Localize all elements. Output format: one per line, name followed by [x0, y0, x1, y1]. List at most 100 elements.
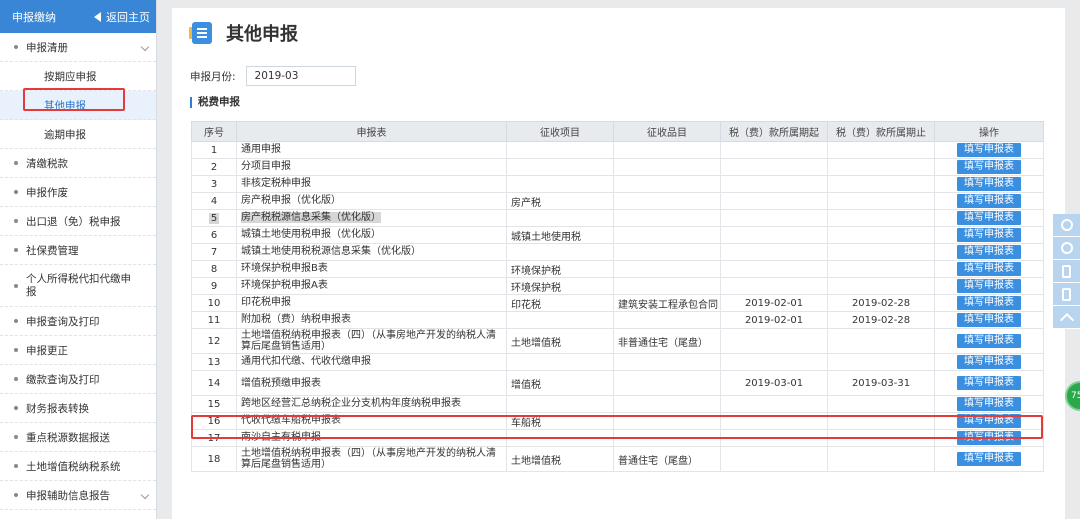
sidebar-item[interactable]: 缴款查询及打印	[0, 365, 156, 394]
cell-end	[827, 446, 935, 472]
cell-subitem: 普通住宅（尾盘）	[613, 446, 721, 472]
sidebar-item[interactable]: 申报更正	[0, 336, 156, 365]
fill-form-button[interactable]: 填写申报表	[957, 245, 1021, 259]
cell-no-text: 6	[210, 229, 218, 241]
fill-form-button[interactable]: 填写申报表	[957, 228, 1021, 242]
fill-form-button[interactable]: 填写申报表	[957, 334, 1021, 348]
month-input[interactable]	[245, 66, 356, 86]
chat-icon[interactable]	[1053, 214, 1080, 237]
cell-start	[720, 260, 828, 278]
sidebar-subitem[interactable]: 逾期申报	[0, 120, 156, 149]
cell-no: 9	[191, 277, 237, 295]
sidebar-item[interactable]: 财务报表转换	[0, 394, 156, 423]
cell-subitem	[613, 260, 721, 278]
sidebar-title: 申报缴纳	[12, 10, 56, 24]
fill-form-button[interactable]: 填写申报表	[957, 313, 1021, 327]
cell-start	[720, 209, 828, 227]
cell-no: 15	[191, 395, 237, 413]
cell-end	[827, 277, 935, 295]
cell-no-text: 5	[208, 212, 220, 224]
cell-no: 3	[191, 175, 237, 193]
cell-start	[720, 175, 828, 193]
sidebar-item[interactable]: 清缴税款	[0, 149, 156, 178]
cell-no-text: 10	[207, 297, 221, 309]
cell-form-text: 代收代缴车船税申报表	[241, 415, 341, 426]
cell-no: 6	[191, 226, 237, 244]
header-item: 征收项目	[506, 121, 614, 142]
sidebar-item[interactable]: 申报辅助信息报告	[0, 481, 156, 510]
cell-end: 2019-02-28	[827, 311, 935, 329]
cell-start	[720, 277, 828, 295]
sidebar-subitem[interactable]: 其他申报	[0, 91, 156, 120]
cell-item	[506, 158, 614, 176]
mobile-icon[interactable]	[1053, 260, 1080, 283]
cell-form: 通用代扣代缴、代收代缴申报	[236, 353, 507, 371]
header-start: 税（费）款所属期起	[720, 121, 828, 142]
scroll-top-icon[interactable]	[1053, 306, 1080, 329]
chevron-down-icon	[140, 490, 150, 500]
cell-end	[827, 141, 935, 159]
float-badge[interactable]: 75	[1065, 381, 1080, 411]
cell-item: 环境保护税	[506, 277, 614, 295]
fill-form-button[interactable]: 填写申报表	[957, 279, 1021, 293]
sidebar-item[interactable]: 个人所得税代扣代缴申报	[0, 265, 156, 307]
sidebar-item[interactable]: 土地增值税纳税系统	[0, 452, 156, 481]
fill-form-button[interactable]: 填写申报表	[957, 194, 1021, 208]
cell-start-text: 2019-02-01	[744, 314, 804, 326]
weibo-icon[interactable]	[1053, 237, 1080, 260]
table-row: 13 通用代扣代缴、代收代缴申报 填写申报表	[191, 353, 1044, 371]
sidebar-item[interactable]: 出口退（免）税申报	[0, 207, 156, 236]
cell-action: 填写申报表	[934, 429, 1044, 447]
sidebar-item[interactable]: 重点税源数据报送	[0, 423, 156, 452]
table-row: 4 房产税申报（优化版） 房产税 填写申报表	[191, 192, 1044, 210]
cell-item	[506, 141, 614, 159]
fill-form-button[interactable]: 填写申报表	[957, 177, 1021, 191]
sidebar-subitem[interactable]: 按期应申报	[0, 62, 156, 91]
fill-form-button[interactable]: 填写申报表	[957, 414, 1021, 428]
cell-item: 增值税	[506, 370, 614, 396]
cell-form-text: 城镇土地使用税申报（优化版）	[241, 229, 381, 240]
back-home-button[interactable]: 返回主页	[94, 9, 150, 25]
cell-form: 附加税（费）纳税申报表	[236, 311, 507, 329]
fill-form-button[interactable]: 填写申报表	[957, 262, 1021, 276]
cell-no: 2	[191, 158, 237, 176]
sidebar-item-label: 逾期申报	[44, 128, 86, 141]
sidebar-item-label: 申报查询及打印	[26, 315, 100, 328]
cell-action: 填写申报表	[934, 277, 1044, 295]
cell-subitem	[613, 209, 721, 227]
sidebar-item[interactable]: 申报作废	[0, 178, 156, 207]
cell-item: 土地增值税	[506, 328, 614, 354]
cell-item	[506, 353, 614, 371]
cell-no-text: 17	[207, 432, 221, 444]
cell-item: 车船税	[506, 412, 614, 430]
cell-subitem	[613, 412, 721, 430]
fill-form-button[interactable]: 填写申报表	[957, 397, 1021, 411]
cell-no: 4	[191, 192, 237, 210]
cell-no: 12	[191, 328, 237, 354]
float-toolbar	[1053, 214, 1080, 329]
fill-form-button[interactable]: 填写申报表	[957, 376, 1021, 390]
cell-action: 填写申报表	[934, 328, 1044, 354]
fill-form-button[interactable]: 填写申报表	[957, 160, 1021, 174]
fill-form-button[interactable]: 填写申报表	[957, 211, 1021, 225]
fill-form-button[interactable]: 填写申报表	[957, 143, 1021, 157]
cell-no-text: 4	[210, 195, 218, 207]
sidebar-item[interactable]: 社保费管理	[0, 236, 156, 265]
sidebar-item[interactable]: 申报查询及打印	[0, 307, 156, 336]
cell-item-text: 增值税	[511, 379, 541, 391]
cell-start	[720, 243, 828, 261]
cell-subitem-text: 非普通住宅（尾盘）	[618, 337, 708, 349]
cell-action: 填写申报表	[934, 311, 1044, 329]
cell-action: 填写申报表	[934, 243, 1044, 261]
sidebar-item[interactable]: 申报清册	[0, 33, 156, 62]
fill-form-button[interactable]: 填写申报表	[957, 431, 1021, 445]
fill-form-button[interactable]: 填写申报表	[957, 452, 1021, 466]
cell-no-text: 8	[210, 263, 218, 275]
fill-form-button[interactable]: 填写申报表	[957, 355, 1021, 369]
cell-no: 10	[191, 294, 237, 312]
cell-item: 房产税	[506, 192, 614, 210]
cell-item-text: 城镇土地使用税	[511, 231, 581, 243]
fill-form-button[interactable]: 填写申报表	[957, 296, 1021, 310]
tablet-icon[interactable]	[1053, 283, 1080, 306]
cell-start-text: 2019-02-01	[744, 297, 804, 309]
